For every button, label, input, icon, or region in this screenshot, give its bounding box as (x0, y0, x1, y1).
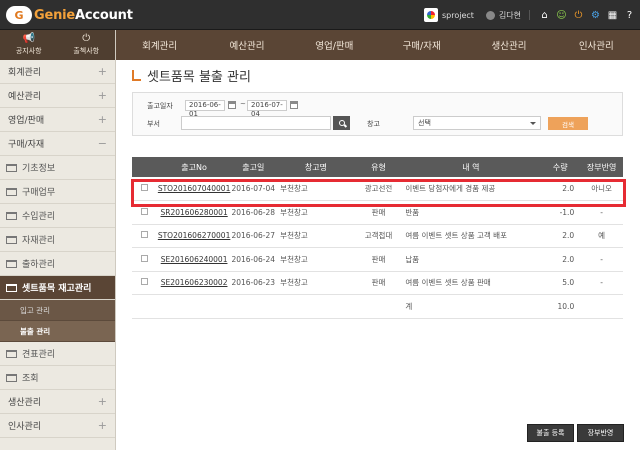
power-icon[interactable]: ⏻ (572, 9, 585, 22)
folder-icon (6, 187, 17, 196)
top-bar: G GenieAccount sproject 김다현 ⌂ ☺ ⏻ ⚙ ▦ ? (0, 0, 640, 30)
row-checkbox[interactable] (141, 278, 149, 286)
sidebar-item-sales[interactable]: 영업/판매 + (0, 108, 115, 132)
warehouse-select[interactable]: 선택 (413, 116, 541, 130)
megaphone-icon: 📢 (22, 33, 35, 44)
folder-icon (6, 211, 17, 220)
total-qty: 10.0 (540, 294, 581, 319)
tab-hr[interactable]: 인사관리 (553, 30, 640, 60)
row-checkbox[interactable] (141, 207, 149, 215)
sidebar-sub-material[interactable]: 자재관리 (0, 228, 115, 252)
top-nav: 회계관리 예산관리 영업/판매 구매/자재 생산관리 인사관리 (116, 30, 640, 60)
folder-icon (6, 373, 17, 382)
search-icon (338, 120, 345, 126)
table-row[interactable]: STO201606270001 2016-06-27 부천창고 고객접대 여름 … (132, 224, 623, 248)
expand-icon: + (97, 419, 107, 432)
release-register-button[interactable]: 불출 등록 (527, 424, 574, 442)
user-name: 김다현 (498, 10, 521, 20)
sidebar-sub-basic-info[interactable]: 기초정보 (0, 156, 115, 180)
sidebar-sub-import[interactable]: 수입관리 (0, 204, 115, 228)
sidebar: 📢 공지사항 ⏻ 출첵사항 회계관리 + 예산관리 + 영업/판매 + 구매/자재 − … (0, 30, 116, 450)
logo-cloud-icon: G (6, 6, 32, 24)
table-row[interactable]: STO201607040001 2016-07-04 부천창고 광고선전 이벤트… (132, 177, 623, 201)
expand-icon: + (97, 113, 107, 126)
expand-icon: + (97, 65, 107, 78)
top-right-tools: sproject 김다현 ⌂ ☺ ⏻ ⚙ ▦ ? (423, 7, 636, 23)
table-row[interactable]: SE201606230002 2016-06-23 부천창고 판매 여름 이벤트… (132, 271, 623, 295)
notice-button[interactable]: 📢 공지사항 (0, 30, 58, 60)
sidebar-item-hr[interactable]: 인사관리 + (0, 414, 115, 438)
sidebar-item-budget[interactable]: 예산관리 + (0, 84, 115, 108)
date-to-input[interactable]: 2016-07-04 (247, 100, 287, 118)
sidebar-item-accounting[interactable]: 회계관리 + (0, 60, 115, 84)
company-logo-icon (423, 8, 438, 22)
collapse-icon: − (97, 137, 107, 150)
folder-icon (6, 235, 17, 244)
row-checkbox[interactable] (141, 231, 149, 239)
release-table: 출고No 출고일 창고명 유형 내 역 수량 장부반영 STO201607040… (132, 157, 623, 319)
sidebar-sub-quote[interactable]: 견표관리 (0, 342, 115, 366)
date-separator: ~ (240, 100, 246, 108)
gear-icon[interactable]: ⚙ (589, 9, 602, 22)
folder-icon (6, 283, 17, 292)
expand-icon: + (97, 395, 107, 408)
company-name: sproject (441, 10, 474, 20)
app-logo[interactable]: G GenieAccount (6, 4, 133, 26)
folder-icon (6, 349, 17, 358)
sidebar-item-purchase[interactable]: 구매/자재 − (0, 132, 115, 156)
sidebar-sub-purchase-work[interactable]: 구매업무 (0, 180, 115, 204)
search-panel: 출고일자 2016-06-01 ~ 2016-07-04 부서 창고 선택 검색 (132, 92, 623, 136)
page-title: 셋트품목 불출 관리 (132, 66, 251, 85)
sidebar-leaf-release[interactable]: 불출 관리 (0, 321, 115, 342)
ledger-post-button[interactable]: 장부반영 (577, 424, 624, 442)
folder-icon (6, 259, 17, 268)
table-total-row: 계 10.0 (132, 294, 623, 319)
dept-label: 부서 (147, 120, 160, 128)
tab-accounting[interactable]: 회계관리 (116, 30, 203, 60)
table-row[interactable]: SE201606240001 2016-06-24 부천창고 판매 납품 2.0… (132, 247, 623, 272)
dept-input[interactable] (181, 116, 331, 130)
main-content: 셋트품목 불출 관리 출고일자 2016-06-01 ~ 2016-07-04 … (116, 60, 640, 450)
tab-budget[interactable]: 예산관리 (203, 30, 290, 60)
tab-production[interactable]: 생산관리 (465, 30, 552, 60)
power-icon: ⏻ (82, 33, 91, 44)
search-button[interactable]: 검색 (548, 117, 588, 130)
date-label: 출고일자 (147, 102, 173, 110)
dept-search-button[interactable] (333, 116, 350, 130)
user-avatar-icon (485, 10, 495, 20)
calendar-icon[interactable] (290, 101, 298, 109)
folder-icon (6, 163, 17, 172)
logo-text: GenieAccount (34, 7, 133, 23)
table-row[interactable]: SR201606280001 2016-06-28 부천창고 판매 반품 -1.… (132, 200, 623, 225)
attendance-button[interactable]: ⏻ 출첵사항 (58, 30, 116, 60)
calendar-icon[interactable]: ▦ (606, 9, 619, 22)
calendar-icon[interactable] (228, 101, 236, 109)
sidebar-sub-inquiry[interactable]: 조회 (0, 366, 115, 390)
user-icon[interactable]: ☺ (555, 9, 568, 22)
sidebar-leaf-receiving[interactable]: 입고 관리 (0, 300, 115, 321)
home-icon[interactable]: ⌂ (538, 9, 551, 22)
chevron-down-icon (530, 122, 536, 125)
title-bracket-icon (132, 70, 141, 81)
sidebar-top-buttons: 📢 공지사항 ⏻ 출첵사항 (0, 30, 115, 60)
total-label: 계 (401, 294, 541, 319)
sidebar-sub-set-inventory[interactable]: 셋트품목 재고관리 (0, 276, 115, 300)
row-checkbox[interactable] (141, 184, 149, 191)
warehouse-label: 창고 (367, 120, 380, 128)
help-icon[interactable]: ? (623, 9, 636, 22)
tab-sales[interactable]: 영업/판매 (291, 30, 378, 60)
tab-purchase[interactable]: 구매/자재 (378, 30, 465, 60)
date-from-input[interactable]: 2016-06-01 (185, 100, 225, 118)
sidebar-sub-shipping[interactable]: 출하관리 (0, 252, 115, 276)
row-checkbox[interactable] (141, 254, 149, 262)
table-header: 출고No 출고일 창고명 유형 내 역 수량 장부반영 (132, 157, 623, 177)
sidebar-item-production[interactable]: 생산관리 + (0, 390, 115, 414)
expand-icon: + (97, 89, 107, 102)
